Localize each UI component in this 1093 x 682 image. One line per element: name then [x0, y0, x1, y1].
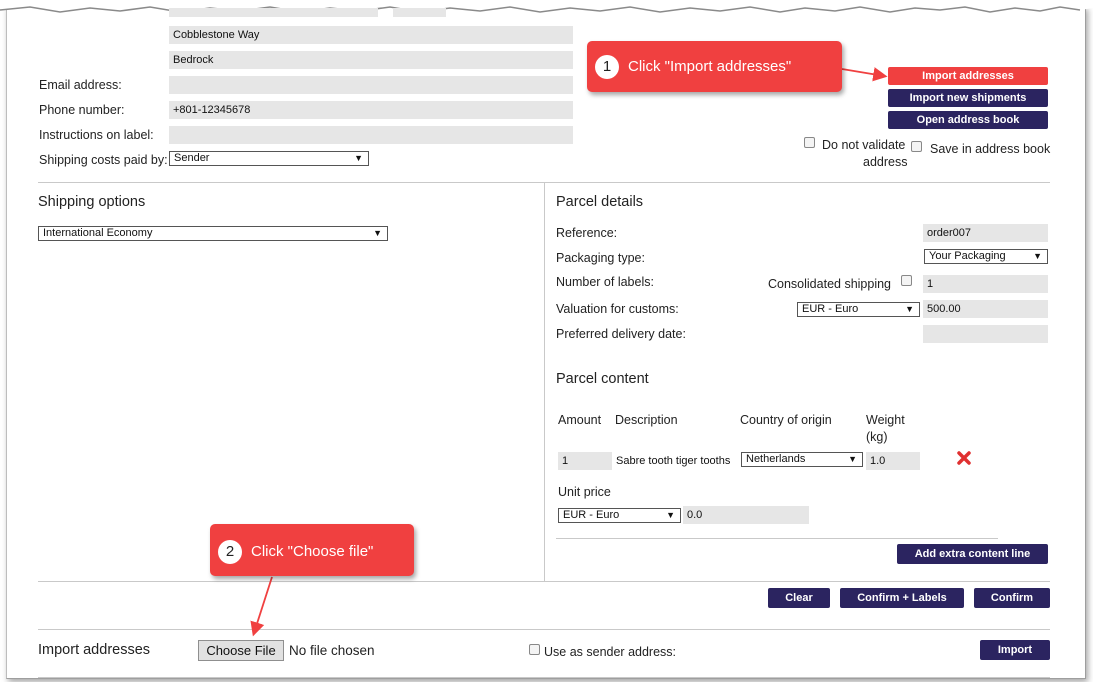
callout-step-2: 2 Click "Choose file"	[210, 524, 414, 576]
callout-step-1-number: 1	[595, 55, 619, 79]
callout-1-arrow	[841, 67, 888, 82]
callout-2-arrow	[250, 576, 273, 637]
callout-step-1-text: Click "Import addresses"	[628, 58, 792, 75]
callout-step-2-text: Click "Choose file"	[251, 543, 374, 560]
callout-step-2-number: 2	[218, 540, 242, 564]
callout-step-1: 1 Click "Import addresses"	[587, 41, 842, 92]
callout-arrows	[250, 67, 888, 637]
